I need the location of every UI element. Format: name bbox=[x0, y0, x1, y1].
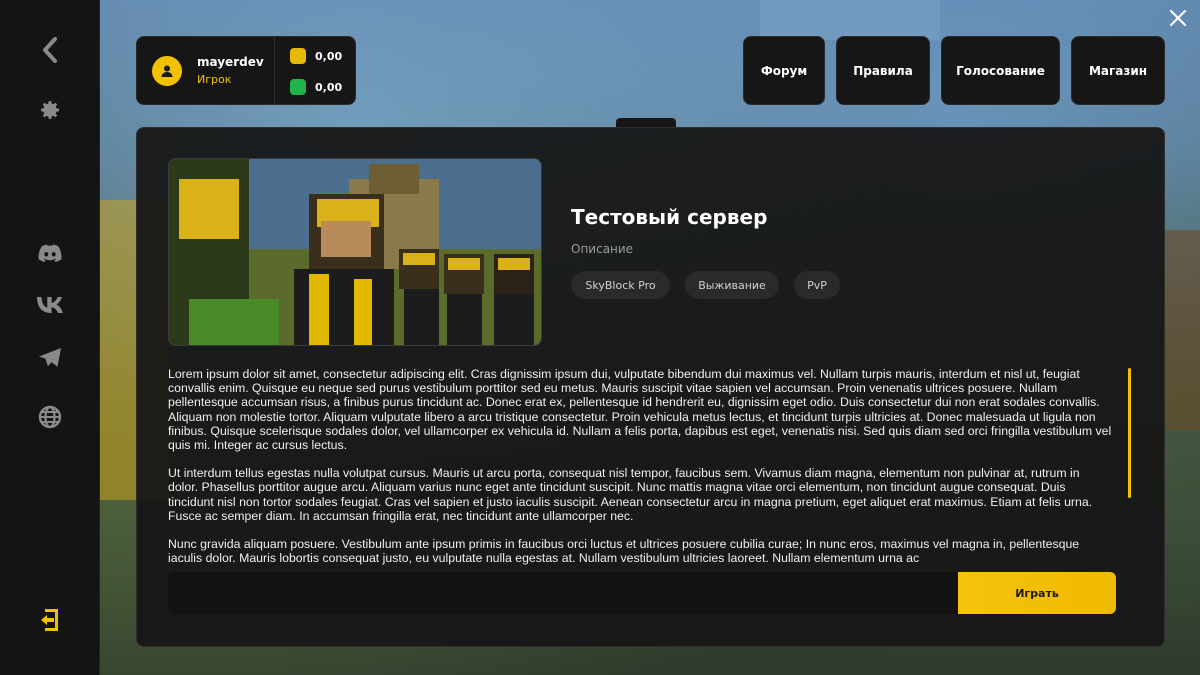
description-paragraph: Ut interdum tellus egestas nulla volutpa… bbox=[168, 466, 1093, 523]
avatar[interactable] bbox=[152, 56, 182, 86]
background-block bbox=[760, 0, 940, 40]
username: mayerdev bbox=[197, 55, 264, 69]
sidebar bbox=[0, 0, 100, 675]
close-icon[interactable] bbox=[1166, 6, 1190, 30]
telegram-icon[interactable] bbox=[36, 344, 64, 372]
gear-icon[interactable] bbox=[36, 96, 64, 124]
user-role: Игрок bbox=[197, 73, 232, 86]
forum-button[interactable]: Форум bbox=[743, 36, 825, 105]
rules-button[interactable]: Правила bbox=[836, 36, 930, 105]
globe-icon[interactable] bbox=[36, 403, 64, 431]
tag: PvP bbox=[794, 271, 840, 299]
divider bbox=[274, 37, 275, 104]
user-card: mayerdev Игрок 0,00 0,00 bbox=[136, 36, 356, 105]
vk-icon[interactable] bbox=[36, 291, 64, 319]
server-banner-image bbox=[168, 158, 542, 346]
gold-coin-icon bbox=[290, 48, 306, 64]
gold-balance: 0,00 bbox=[315, 50, 343, 63]
exit-icon[interactable] bbox=[36, 606, 64, 634]
scrollbar[interactable] bbox=[1128, 368, 1131, 498]
background-block bbox=[1163, 230, 1200, 430]
tag: Выживание bbox=[685, 271, 779, 299]
description-paragraph: Nunc gravida aliquam posuere. Vestibulum… bbox=[168, 537, 1080, 566]
green-balance: 0,00 bbox=[315, 81, 343, 94]
shop-button[interactable]: Магазин bbox=[1071, 36, 1165, 105]
server-description-text[interactable]: Lorem ipsum dolor sit amet, consectetur … bbox=[168, 367, 1113, 572]
discord-icon[interactable] bbox=[36, 240, 64, 268]
chevron-left-icon[interactable] bbox=[36, 36, 64, 64]
play-button[interactable]: Играть bbox=[958, 572, 1116, 614]
server-title: Тестовый сервер bbox=[571, 205, 768, 229]
tag: SkyBlock Pro bbox=[571, 271, 670, 299]
description-paragraph: Lorem ipsum dolor sit amet, consectetur … bbox=[168, 367, 1112, 453]
description-label: Описание bbox=[571, 242, 634, 256]
green-gem-icon bbox=[290, 79, 306, 95]
bottom-bar bbox=[168, 572, 958, 614]
vote-button[interactable]: Голосование bbox=[941, 36, 1060, 105]
